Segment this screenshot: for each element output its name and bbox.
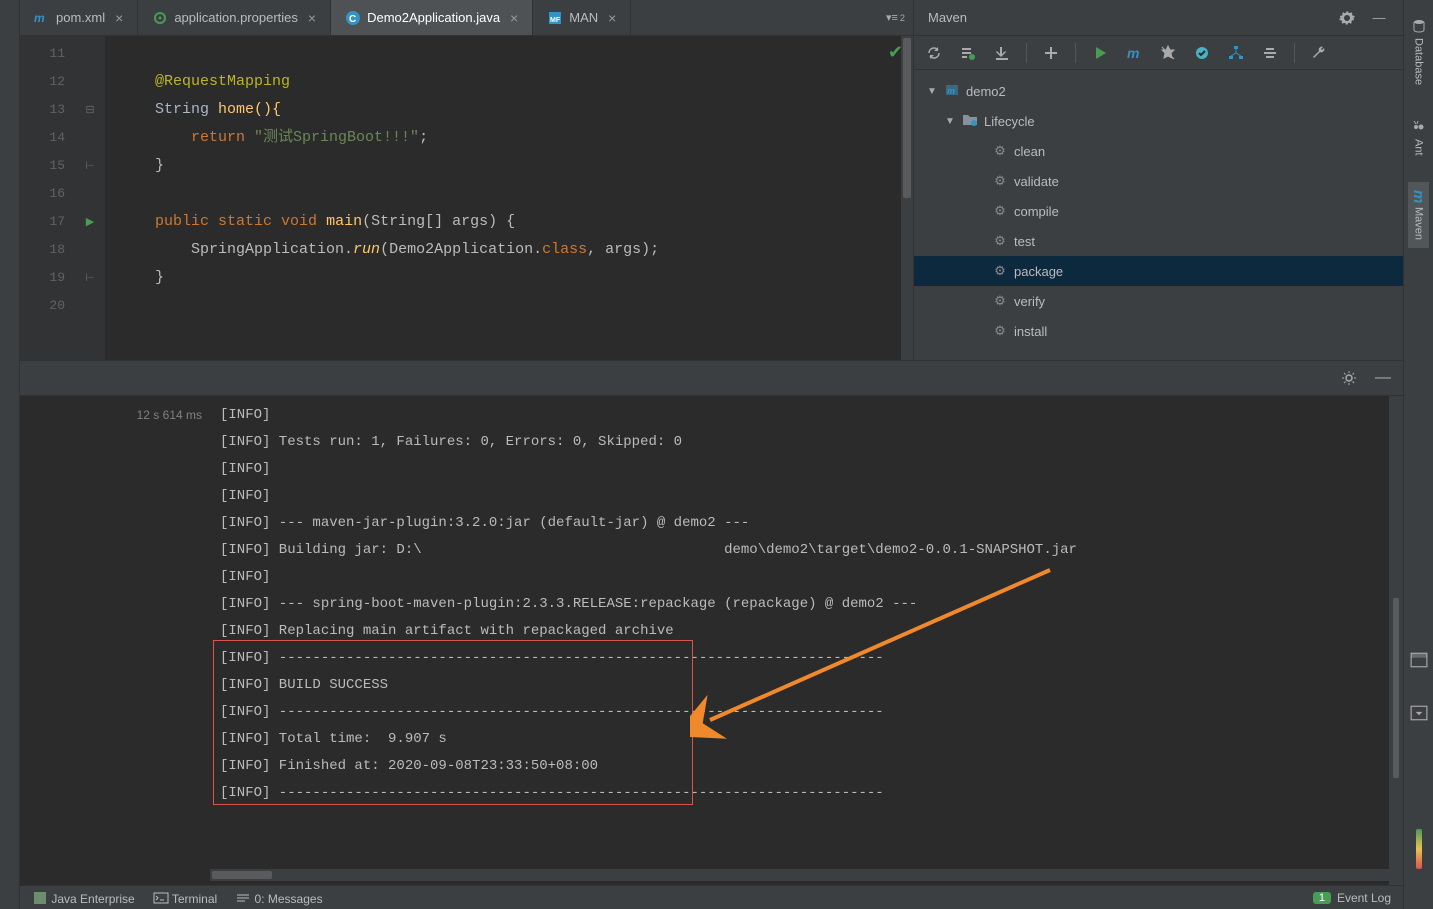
wrench-icon[interactable] xyxy=(1309,43,1329,63)
gear-icon: ⚙ xyxy=(992,143,1008,159)
tree-goal-test[interactable]: ⚙ test xyxy=(914,226,1403,256)
gear-icon: ⚙ xyxy=(992,323,1008,339)
tree-goal-verify[interactable]: ⚙ verify xyxy=(914,286,1403,316)
manifest-file-icon: MF xyxy=(547,10,563,26)
tab-label: MAN xyxy=(569,10,598,25)
fold-end-icon: ⊢ xyxy=(75,152,105,180)
gear-icon: ⚙ xyxy=(992,173,1008,189)
tree-goal-package[interactable]: ⚙ package xyxy=(914,256,1403,286)
status-terminal[interactable]: Terminal xyxy=(153,890,217,906)
build-time-badge: 12 s 614 ms xyxy=(20,396,210,909)
console-h-scrollbar[interactable] xyxy=(210,869,1389,881)
svg-text:m: m xyxy=(34,11,45,25)
tree-project-node[interactable]: ▼ m demo2 xyxy=(914,76,1403,106)
tree-lifecycle-label: Lifecycle xyxy=(984,114,1035,129)
tree-goal-install[interactable]: ⚙ install xyxy=(914,316,1403,346)
maven-panel-title: Maven xyxy=(928,10,967,25)
tree-goal-compile[interactable]: ⚙ compile xyxy=(914,196,1403,226)
minimize-icon[interactable]: — xyxy=(1369,8,1389,28)
generate-sources-icon[interactable] xyxy=(958,43,978,63)
tree-lifecycle-node[interactable]: ▼ Lifecycle xyxy=(914,106,1403,136)
expand-arrow-icon[interactable]: ▼ xyxy=(944,116,956,127)
tab-manifest[interactable]: MF MAN × xyxy=(533,0,631,35)
right-tab-ant[interactable]: Ant xyxy=(1409,111,1429,164)
collapse-all-icon[interactable] xyxy=(1260,43,1280,63)
maven-tree[interactable]: ▼ m demo2 ▼ Lifecycle ⚙ xyxy=(914,70,1403,360)
editor-scrollbar[interactable] xyxy=(901,36,913,360)
maven-panel-header: Maven — xyxy=(914,0,1403,36)
svg-text:m: m xyxy=(947,86,955,96)
line-number-gutter: 11 12 13 14 15 16 17 18 19 20 xyxy=(20,36,75,360)
database-icon xyxy=(1411,18,1427,34)
offline-mode-icon[interactable] xyxy=(1192,43,1212,63)
show-dependencies-icon[interactable] xyxy=(1226,43,1246,63)
maven-tool-window: Maven — xyxy=(913,0,1403,360)
maven-file-icon: m xyxy=(34,10,50,26)
folder-icon xyxy=(962,112,978,131)
tab-demo2application[interactable]: C Demo2Application.java × xyxy=(331,0,533,35)
build-console[interactable]: [INFO] [INFO] Tests run: 1, Failures: 0,… xyxy=(210,396,1389,909)
close-icon[interactable]: × xyxy=(115,10,123,26)
gear-icon: ⚙ xyxy=(992,203,1008,219)
build-panel-header: — xyxy=(20,360,1403,396)
status-bar: Java Enterprise Terminal 0: Messages 1 E… xyxy=(20,885,1403,909)
breadcrumb-toggle-icon[interactable]: ▾≡2 xyxy=(878,0,913,35)
right-tab-database[interactable]: Database xyxy=(1409,10,1429,93)
svg-text:MF: MF xyxy=(550,17,561,24)
event-count-badge: 1 xyxy=(1313,892,1331,904)
gutter-icons: ⊟ ⊢ ▶ ⊢ xyxy=(75,36,105,360)
ant-icon xyxy=(1411,119,1427,135)
maven-toolbar: m xyxy=(914,36,1403,70)
maven-project-icon: m xyxy=(944,82,960,101)
code-text[interactable]: @RequestMapping String home(){ return "测… xyxy=(105,36,913,360)
gear-icon: ⚙ xyxy=(992,263,1008,279)
close-icon[interactable]: × xyxy=(308,10,316,26)
status-messages[interactable]: 0: Messages xyxy=(235,890,322,906)
tab-pom[interactable]: m pom.xml × xyxy=(20,0,138,35)
build-output-panel: 12 s 614 ms [INFO] [INFO] Tests run: 1, … xyxy=(20,396,1403,909)
svg-text:m: m xyxy=(1127,45,1139,61)
tab-label: Demo2Application.java xyxy=(367,10,500,25)
gear-icon: ⚙ xyxy=(992,293,1008,309)
memory-indicator xyxy=(1416,829,1422,869)
toggle-skip-tests-icon[interactable] xyxy=(1158,43,1178,63)
editor-tab-bar: m pom.xml × application.properties × xyxy=(20,0,913,36)
expand-arrow-icon[interactable]: ▼ xyxy=(926,86,938,97)
layout-icon-2[interactable] xyxy=(1404,698,1433,733)
svg-text:C: C xyxy=(349,14,356,25)
right-tool-tabs: Database Ant m Maven xyxy=(1403,0,1433,909)
maven-m-icon[interactable]: m xyxy=(1124,43,1144,63)
properties-file-icon xyxy=(152,10,168,26)
tab-label: pom.xml xyxy=(56,10,105,25)
fold-icon[interactable]: ⊟ xyxy=(75,96,105,124)
status-java-enterprise[interactable]: Java Enterprise xyxy=(32,890,135,906)
java-class-icon: C xyxy=(345,10,361,26)
console-scrollbar[interactable] xyxy=(1389,396,1403,909)
right-tab-maven[interactable]: m Maven xyxy=(1408,182,1429,248)
code-editor[interactable]: 11 12 13 14 15 16 17 18 19 20 xyxy=(20,36,913,360)
refresh-icon[interactable] xyxy=(924,43,944,63)
tree-goal-validate[interactable]: ⚙ validate xyxy=(914,166,1403,196)
status-event-log[interactable]: Event Log xyxy=(1337,891,1391,905)
editor-panel: m pom.xml × application.properties × xyxy=(20,0,913,360)
run-icon[interactable] xyxy=(1090,43,1110,63)
layout-icon-1[interactable] xyxy=(1404,645,1433,680)
minimize-icon[interactable]: — xyxy=(1373,368,1393,388)
tree-project-label: demo2 xyxy=(966,84,1006,99)
tree-goal-clean[interactable]: ⚙ clean xyxy=(914,136,1403,166)
gear-icon: ⚙ xyxy=(992,233,1008,249)
gear-icon[interactable] xyxy=(1339,368,1359,388)
tab-properties[interactable]: application.properties × xyxy=(138,0,331,35)
left-gutter-bar xyxy=(0,0,20,909)
download-icon[interactable] xyxy=(992,43,1012,63)
close-icon[interactable]: × xyxy=(510,10,518,26)
fold-end-icon: ⊢ xyxy=(75,264,105,292)
maven-m-icon: m xyxy=(1410,190,1427,203)
close-icon[interactable]: × xyxy=(608,10,616,26)
add-icon[interactable] xyxy=(1041,43,1061,63)
gear-icon[interactable] xyxy=(1337,8,1357,28)
tab-label: application.properties xyxy=(174,10,298,25)
run-gutter-icon[interactable]: ▶ xyxy=(75,208,105,236)
